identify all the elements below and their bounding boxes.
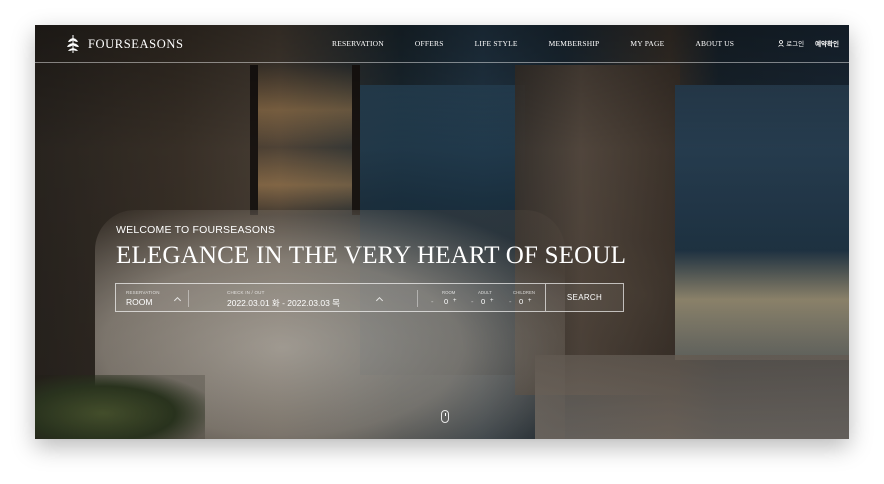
reservation-type-value: ROOM bbox=[126, 297, 153, 307]
top-navigation: FOURSEASONS RESERVATION OFFERS LIFE STYL… bbox=[35, 25, 849, 63]
check-reservation-link[interactable]: 예약확인 bbox=[815, 38, 839, 48]
brand-logo[interactable]: FOURSEASONS bbox=[65, 34, 184, 54]
hero-frame: FOURSEASONS RESERVATION OFFERS LIFE STYL… bbox=[35, 25, 849, 439]
hero-headline: ELEGANCE IN THE VERY HEART OF SEOUL bbox=[116, 242, 627, 269]
room-plus-button[interactable]: + bbox=[453, 298, 457, 304]
menu-item-life-style[interactable]: LIFE STYLE bbox=[475, 39, 518, 48]
room-label: ROOM bbox=[442, 290, 456, 295]
chevron-up-icon bbox=[375, 296, 384, 305]
login-label: 로그인 bbox=[786, 41, 805, 48]
adult-plus-button[interactable]: + bbox=[490, 298, 494, 304]
utility-links: 로그인 예약확인 bbox=[778, 38, 839, 48]
reservation-type-label: RESERVATION bbox=[126, 290, 160, 295]
mouse-icon[interactable] bbox=[441, 410, 449, 423]
menu-item-about-us[interactable]: ABOUT US bbox=[695, 39, 734, 48]
room-count: 0 bbox=[444, 297, 449, 306]
date-range-value: 2022.03.01 화 - 2022.03.03 목 bbox=[227, 298, 341, 308]
login-link[interactable]: 로그인 bbox=[778, 38, 804, 48]
adult-minus-button[interactable]: - bbox=[471, 297, 474, 306]
children-label: CHILDREN bbox=[513, 290, 535, 295]
menu-item-reservation[interactable]: RESERVATION bbox=[332, 39, 384, 48]
children-minus-button[interactable]: - bbox=[509, 297, 512, 306]
date-range-picker[interactable]: CHECK IN / OUT 2022.03.01 화 - 2022.03.03… bbox=[189, 284, 417, 311]
room-stepper[interactable]: ROOM - 0 + bbox=[431, 284, 462, 311]
welcome-text: WELCOME TO FOURSEASONS bbox=[116, 224, 276, 236]
room-minus-button[interactable]: - bbox=[431, 297, 434, 306]
menu-item-membership[interactable]: MEMBERSHIP bbox=[549, 39, 600, 48]
adult-stepper[interactable]: ADULT - 0 + bbox=[471, 284, 501, 311]
menu-item-my-page[interactable]: MY PAGE bbox=[630, 39, 664, 48]
adult-count: 0 bbox=[481, 297, 486, 306]
divider bbox=[417, 290, 418, 307]
brand-name: FOURSEASONS bbox=[88, 36, 184, 51]
leaf-icon bbox=[67, 35, 79, 53]
booking-bar: RESERVATION ROOM CHECK IN / OUT 2022.03.… bbox=[115, 283, 624, 312]
adult-label: ADULT bbox=[478, 290, 492, 295]
date-range-label: CHECK IN / OUT bbox=[227, 290, 265, 295]
menu-item-offers[interactable]: OFFERS bbox=[415, 39, 444, 48]
main-menu: RESERVATION OFFERS LIFE STYLE MEMBERSHIP… bbox=[332, 39, 765, 48]
reservation-type-select[interactable]: RESERVATION ROOM bbox=[116, 284, 188, 311]
user-icon bbox=[778, 39, 784, 47]
children-stepper[interactable]: CHILDREN - 0 + bbox=[508, 284, 546, 311]
chevron-up-icon bbox=[173, 296, 182, 305]
children-count: 0 bbox=[519, 297, 524, 306]
search-button[interactable]: SEARCH bbox=[545, 284, 623, 311]
children-plus-button[interactable]: + bbox=[528, 298, 532, 304]
